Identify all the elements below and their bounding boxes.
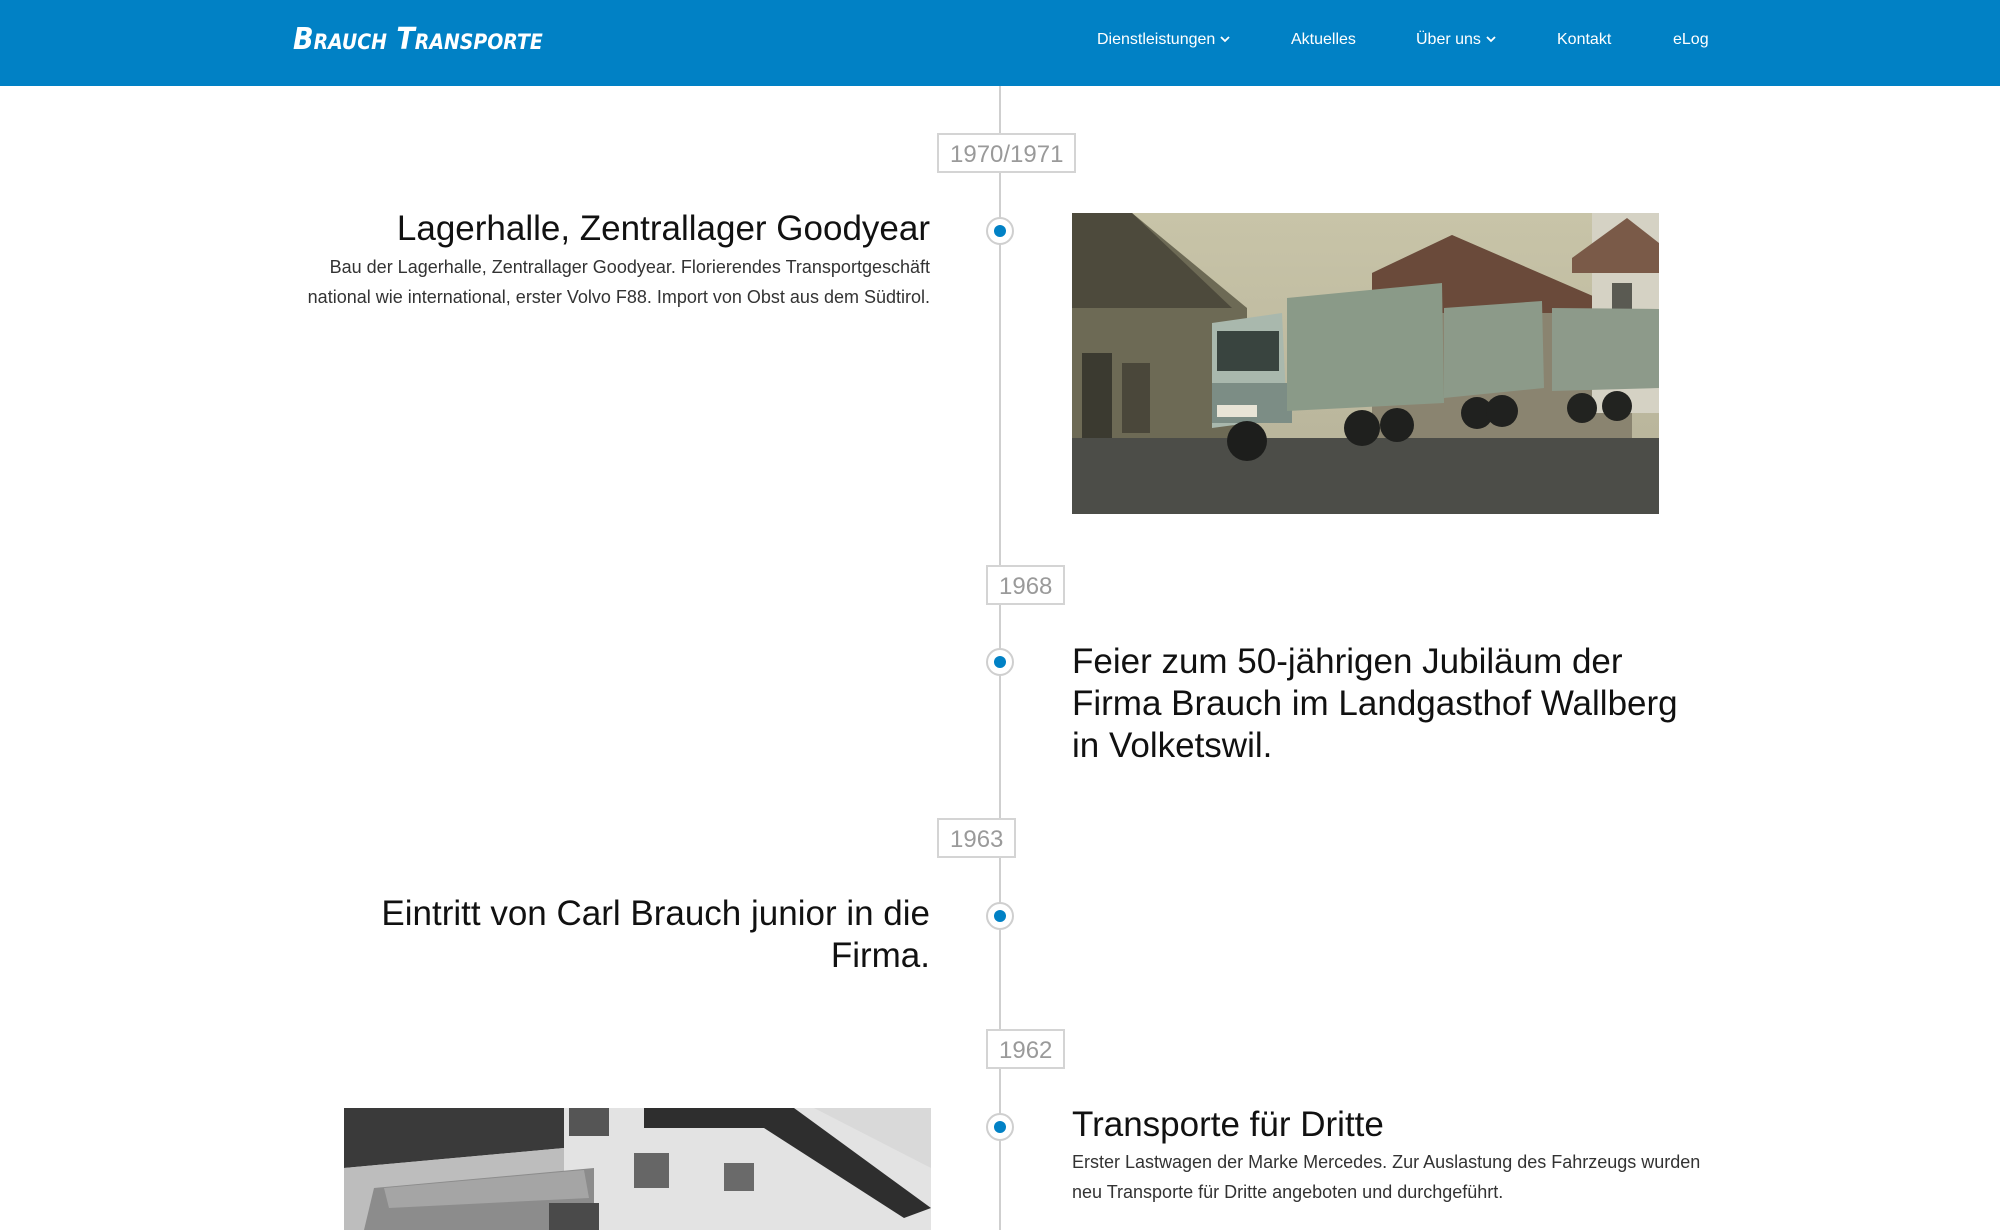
nav-kontakt[interactable]: Kontakt: [1557, 31, 1611, 49]
nav-ueber-uns[interactable]: Über uns: [1416, 31, 1496, 49]
nav-label: Kontakt: [1557, 31, 1612, 48]
timeline-dot: [986, 648, 1014, 676]
nav-label: Über uns: [1416, 31, 1481, 48]
nav-aktuelles[interactable]: Aktuelles: [1291, 31, 1356, 49]
entry-text: Bau der Lagerhalle, Zentrallager Goodyea…: [307, 257, 930, 307]
timeline-dot: [986, 217, 1014, 245]
year-label: 1970/1971: [937, 133, 1077, 173]
year-label: 1968: [986, 565, 1066, 605]
entry-title: Transporte für Dritte: [1072, 1105, 1384, 1144]
site-header: Brauch Transporte Dienstleistungen Aktue…: [0, 0, 2000, 86]
nav-label: Dienstleistungen: [1097, 31, 1216, 48]
entry-title: Feier zum 50-jährigen Jubiläum der Firma…: [1072, 642, 1678, 765]
truck-photo-bw: [344, 1108, 931, 1230]
timeline-dot: [986, 1113, 1014, 1141]
nav-label: Aktuelles: [1291, 31, 1356, 48]
main-nav: Dienstleistungen Aktuelles Über uns Kont…: [0, 0, 2000, 86]
chevron-down-icon: [1220, 36, 1230, 43]
nav-elog[interactable]: eLog: [1673, 31, 1709, 49]
nav-dienstleistungen[interactable]: Dienstleistungen: [1097, 31, 1230, 49]
nav-label: eLog: [1673, 31, 1709, 48]
truck-photo-color: [1072, 213, 1659, 514]
entry-title: Eintritt von Carl Brauch junior in die F…: [381, 894, 930, 975]
year-label: 1963: [937, 818, 1017, 858]
chevron-down-icon: [1486, 36, 1496, 43]
entry-text: Erster Lastwagen der Marke Mercedes. Zur…: [1072, 1152, 1701, 1202]
entry-title: Lagerhalle, Zentrallager Goodyear: [396, 209, 930, 248]
timeline-dot: [986, 902, 1014, 930]
year-label: 1962: [986, 1029, 1066, 1069]
